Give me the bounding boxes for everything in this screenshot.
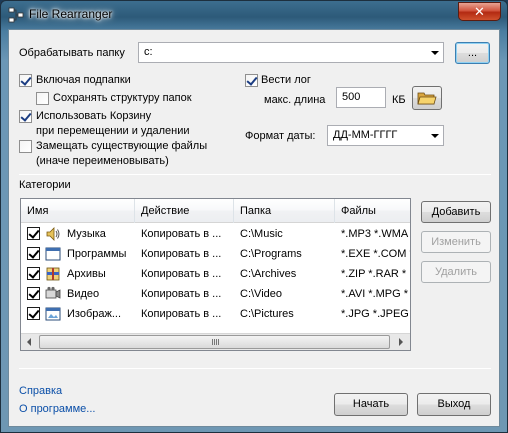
column-header-name[interactable]: Имя <box>21 199 135 223</box>
row-checkbox[interactable] <box>27 227 40 240</box>
row-action: Копировать в ... <box>141 268 222 280</box>
column-header-action[interactable]: Действие <box>135 199 234 223</box>
horizontal-scrollbar[interactable] <box>21 333 410 350</box>
include-subfolders-label: Включая подпапки <box>36 74 131 86</box>
log-unit-label: КБ <box>392 94 406 106</box>
date-format-value: ДД-ММ-ГГГГ <box>333 129 398 141</box>
delete-category-button[interactable]: Удалить <box>421 261 491 283</box>
replace-existing-label: Замещать существующие файлы <box>36 140 208 152</box>
table-row[interactable]: Видео Копировать в ... C:\Video *.AVI *.… <box>21 284 410 304</box>
row-name: Архивы <box>67 268 106 280</box>
categories-list[interactable]: Имя Действие Папка Файлы Музыка Копирова… <box>20 198 411 351</box>
grip-icon <box>212 339 220 345</box>
row-files: *.ZIP *.RAR * <box>341 268 407 280</box>
row-checkbox[interactable] <box>27 287 40 300</box>
help-link[interactable]: Справка <box>19 385 62 397</box>
row-folder: C:\Pictures <box>240 308 294 320</box>
row-folder: C:\Programs <box>240 248 302 260</box>
row-name: Видео <box>67 288 100 300</box>
use-recycle-label: Использовать Корзину <box>36 110 152 122</box>
folder-label: Обрабатывать папку <box>19 47 125 59</box>
close-button[interactable]: ✕ <box>458 2 501 21</box>
row-checkbox[interactable] <box>27 307 40 320</box>
title-bar[interactable]: File Rearranger ✕ <box>1 1 507 29</box>
browse-folder-button[interactable]: ... <box>455 42 490 64</box>
scroll-left-icon[interactable] <box>21 334 38 350</box>
row-name: Программы <box>67 248 127 260</box>
row-name: Изображ... <box>67 308 122 320</box>
table-row[interactable]: Музыка Копировать в ... C:\Music *.MP3 *… <box>21 224 410 244</box>
video-icon <box>45 286 61 299</box>
row-folder: C:\Video <box>240 288 282 300</box>
table-row[interactable]: Изображ... Копировать в ... C:\Pictures … <box>21 304 410 324</box>
app-icon <box>8 7 24 23</box>
row-name: Музыка <box>67 228 106 240</box>
main-panel: Обрабатывать папку c: ... Включая подпап… <box>8 29 500 427</box>
program-window-icon <box>45 247 61 261</box>
row-action: Копировать в ... <box>141 248 222 260</box>
log-max-length-label: макс. длина <box>264 94 326 106</box>
row-files: *.JPG *.JPEG <box>341 308 409 320</box>
scrollbar-thumb[interactable] <box>39 335 390 349</box>
date-format-label: Формат даты: <box>245 130 316 142</box>
log-checkbox[interactable] <box>245 74 258 87</box>
column-header-folder[interactable]: Папка <box>234 199 335 223</box>
log-max-length-value: 500 <box>342 91 361 103</box>
table-row[interactable]: Архивы Копировать в ... C:\Archives *.ZI… <box>21 264 410 284</box>
keep-structure-label: Сохранять структуру папок <box>53 92 192 104</box>
folder-value: c: <box>144 46 153 58</box>
row-checkbox[interactable] <box>27 267 40 280</box>
row-files: *.MP3 *.WMA <box>341 228 409 240</box>
app-window: File Rearranger ✕ Обрабатывать папку c: … <box>0 0 508 433</box>
music-icon <box>46 227 60 241</box>
scroll-right-icon[interactable] <box>392 334 409 350</box>
keep-structure-checkbox[interactable] <box>36 92 49 105</box>
separator <box>19 368 491 369</box>
replace-existing-label-2: (иначе переименовывать) <box>36 155 169 167</box>
window-title: File Rearranger <box>29 7 113 21</box>
log-label: Вести лог <box>261 74 311 86</box>
row-action: Копировать в ... <box>141 308 222 320</box>
list-header: Имя Действие Папка Файлы <box>21 199 410 223</box>
row-files: *.EXE *.COM * <box>341 248 410 260</box>
chevron-down-icon <box>431 51 439 55</box>
row-folder: C:\Music <box>240 228 283 240</box>
chevron-down-icon <box>431 134 439 138</box>
use-recycle-label-2: при перемещении и удалении <box>36 125 190 137</box>
row-files: *.AVI *.MPG * <box>341 288 409 300</box>
log-max-length-input[interactable]: 500 <box>336 87 386 108</box>
table-row[interactable]: Программы Копировать в ... C:\Programs *… <box>21 244 410 264</box>
row-checkbox[interactable] <box>27 247 40 260</box>
open-folder-icon <box>417 92 437 105</box>
date-format-combo[interactable]: ДД-ММ-ГГГГ <box>327 125 444 146</box>
include-subfolders-checkbox[interactable] <box>19 74 32 87</box>
archive-icon <box>46 267 60 281</box>
image-icon <box>45 307 61 321</box>
open-log-button[interactable] <box>412 86 442 110</box>
add-category-button[interactable]: Добавить <box>421 201 491 223</box>
start-button[interactable]: Начать <box>334 393 408 416</box>
row-action: Копировать в ... <box>141 288 222 300</box>
replace-existing-checkbox[interactable] <box>19 140 32 153</box>
exit-button[interactable]: Выход <box>417 393 491 416</box>
categories-label: Категории <box>19 179 71 191</box>
use-recycle-checkbox[interactable] <box>19 110 32 123</box>
folder-combo[interactable]: c: <box>138 42 444 63</box>
edit-category-button[interactable]: Изменить <box>421 231 491 253</box>
about-link[interactable]: О программе... <box>19 403 95 415</box>
row-action: Копировать в ... <box>141 228 222 240</box>
separator <box>19 174 491 175</box>
column-header-files[interactable]: Файлы <box>335 199 410 223</box>
row-folder: C:\Archives <box>240 268 297 280</box>
